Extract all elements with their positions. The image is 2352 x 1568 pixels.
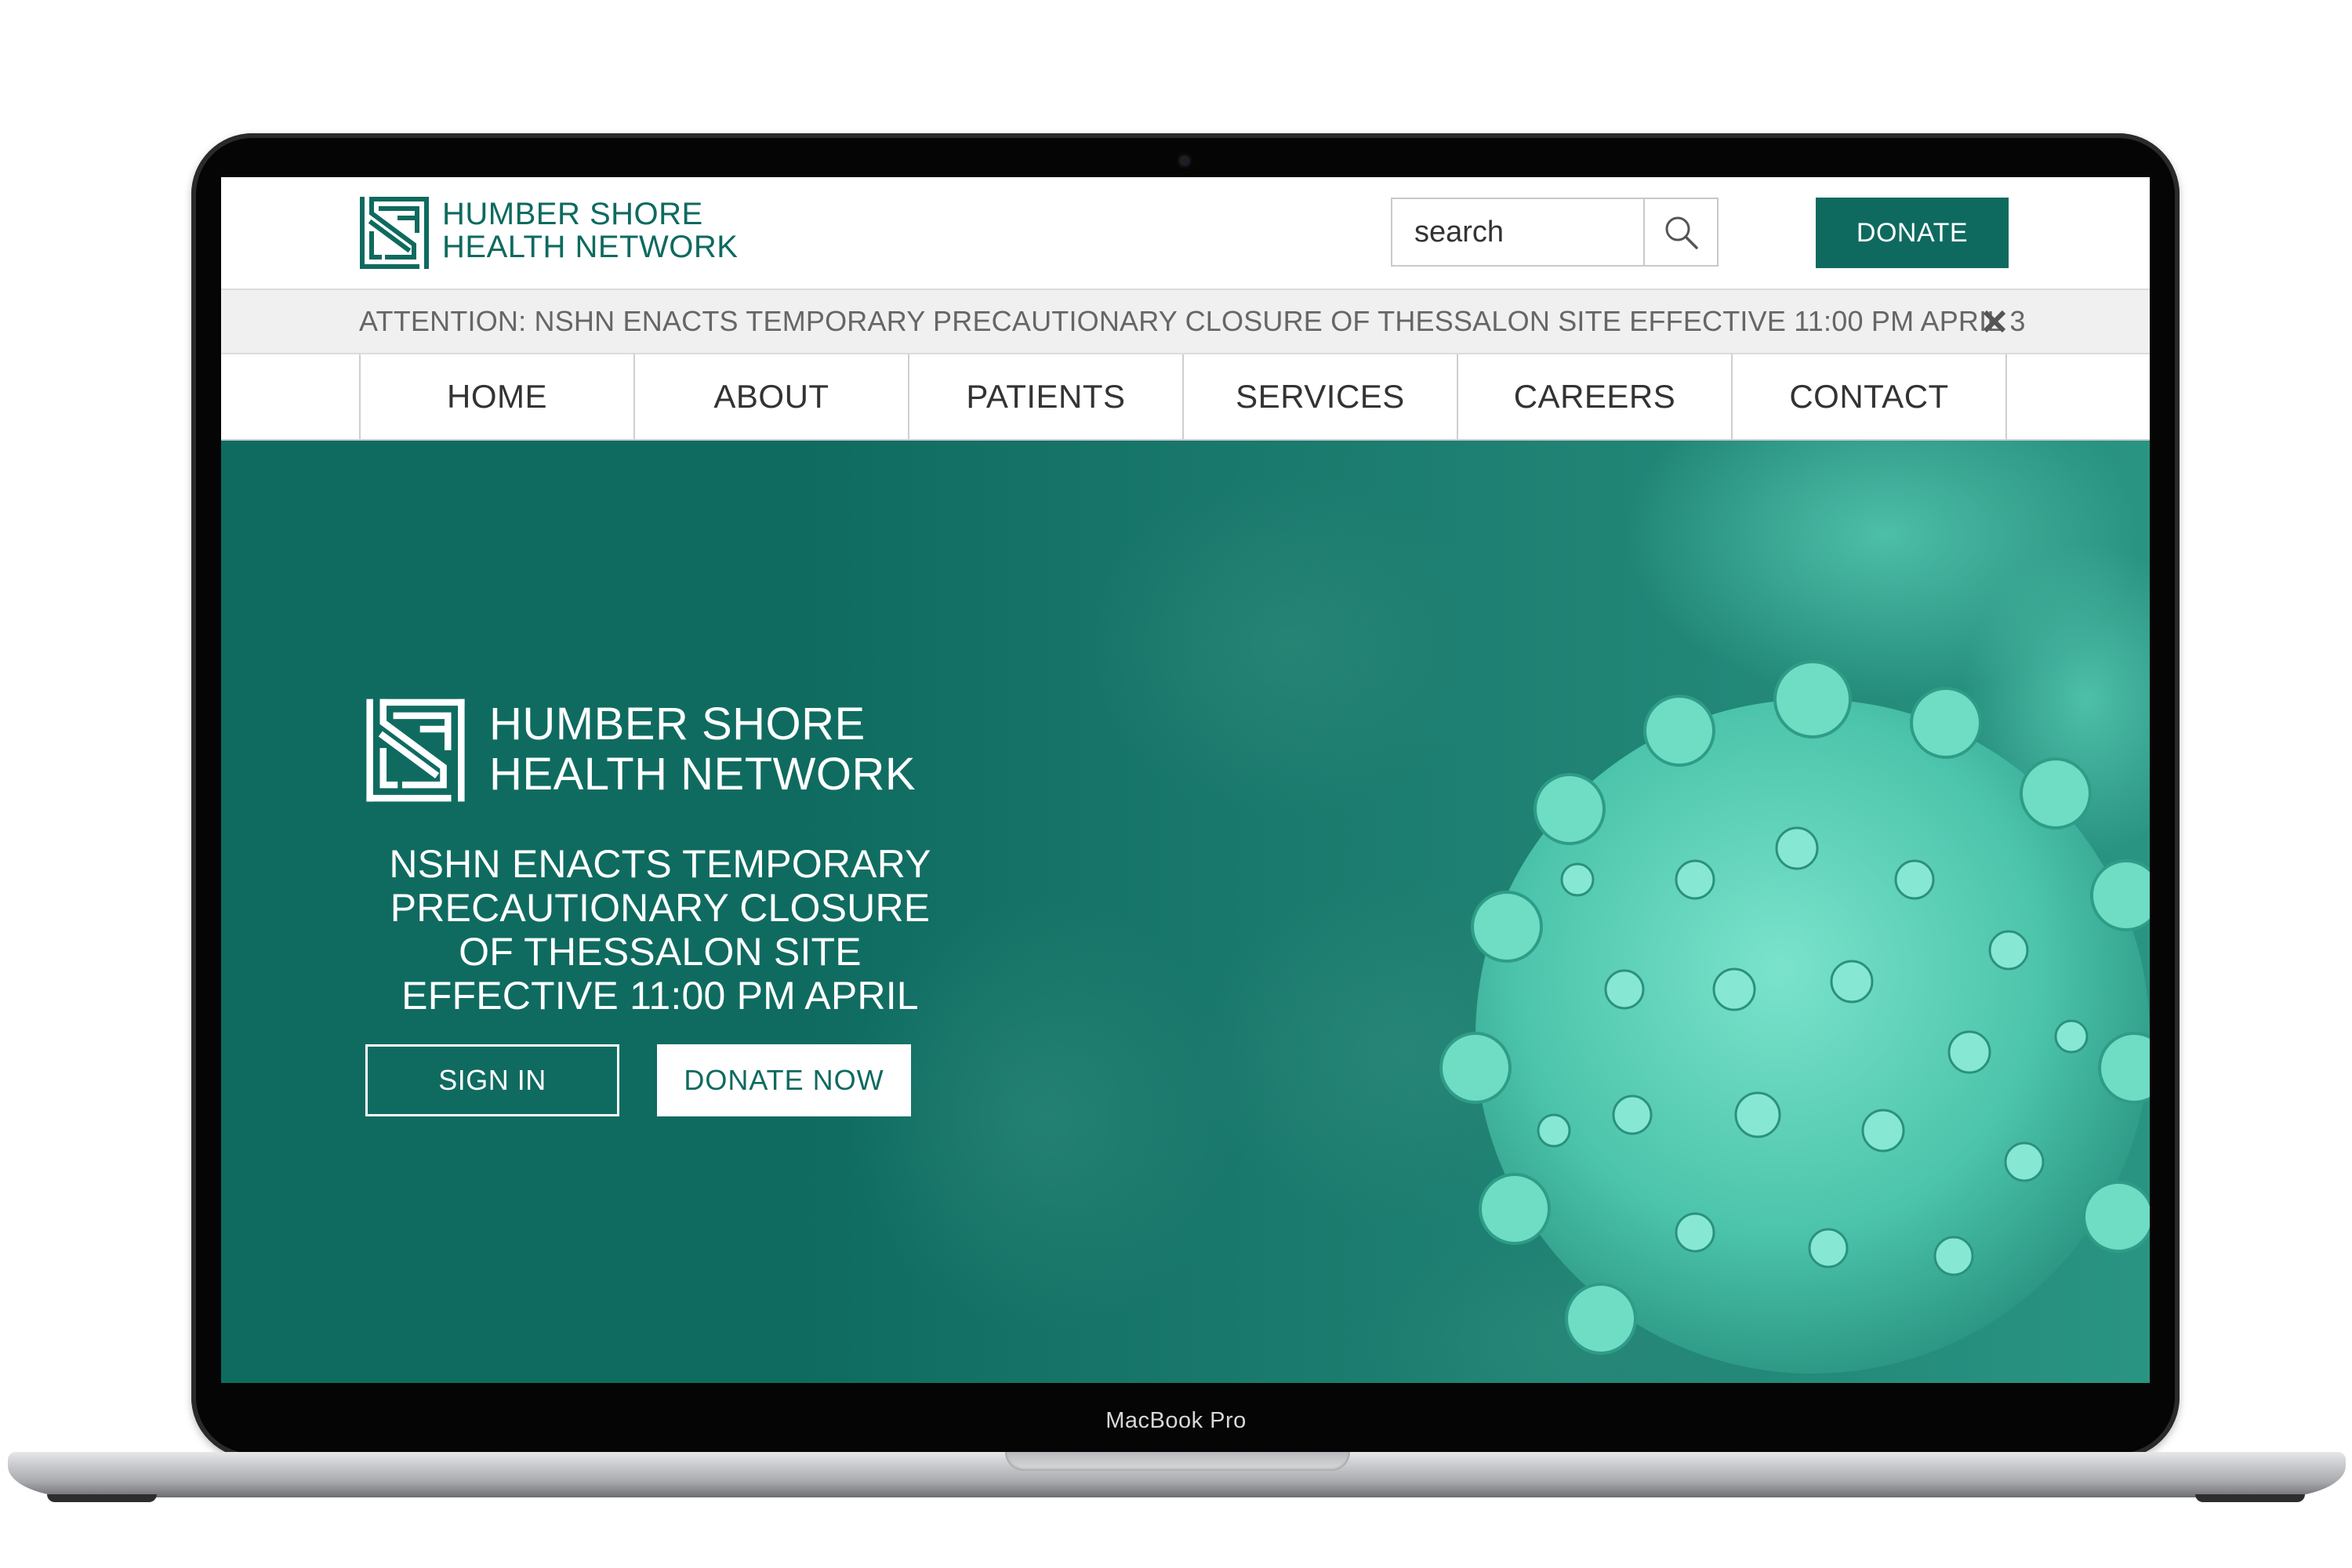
nav-divider [2005, 354, 2007, 439]
sign-in-button[interactable]: SIGN IN [365, 1044, 619, 1116]
alert-banner: ATTENTION: NSHN ENACTS TEMPORARY PRECAUT… [221, 289, 2150, 354]
laptop-foot-right [2195, 1494, 2305, 1502]
webcam [1179, 155, 1190, 166]
alert-text: ATTENTION: NSHN ENACTS TEMPORARY PRECAUT… [359, 305, 2026, 337]
site-logo-text[interactable]: HUMBER SHORE HEALTH NETWORK [442, 198, 738, 263]
close-icon[interactable] [1977, 304, 2012, 339]
donate-now-button[interactable]: DONATE NOW [657, 1044, 911, 1116]
laptop-foot-left [47, 1494, 157, 1502]
donate-button[interactable]: DONATE [1816, 198, 2009, 268]
nav-item-patients[interactable]: PATIENTS [908, 354, 1182, 439]
search-input[interactable] [1392, 199, 1642, 265]
search-icon [1665, 216, 1698, 249]
headline-line: OF THESSALON SITE [459, 930, 862, 974]
logo-line-1: HUMBER SHORE [442, 197, 703, 231]
laptop-opening-notch [1005, 1452, 1350, 1471]
hero-section: HUMBER SHORE HEALTH NETWORK NSHN ENACTS … [221, 441, 2150, 1383]
logo-mark-icon[interactable] [359, 196, 430, 270]
nav-item-careers[interactable]: CAREERS [1457, 354, 1731, 439]
device-label: MacBook Pro [1105, 1408, 1247, 1433]
hero-logo-line-1: HUMBER SHORE [489, 699, 866, 750]
browser-viewport: HUMBER SHORE HEALTH NETWORK DONATE ATTEN… [221, 177, 2150, 1383]
nav-item-about[interactable]: ABOUT [633, 354, 908, 439]
main-nav: HOME ABOUT PATIENTS SERVICES CAREERS CON… [221, 354, 2150, 441]
hero-logo-text: HUMBER SHORE HEALTH NETWORK [489, 699, 916, 800]
nav-item-home[interactable]: HOME [359, 354, 633, 439]
hero-logo-mark-icon [366, 699, 465, 802]
headline-line: PRECAUTIONARY CLOSURE [390, 886, 931, 930]
hero-headline: NSHN ENACTS TEMPORARY PRECAUTIONARY CLOS… [331, 842, 989, 1018]
search-button[interactable] [1643, 199, 1717, 265]
nav-item-services[interactable]: SERVICES [1182, 354, 1457, 439]
site-header: HUMBER SHORE HEALTH NETWORK DONATE [221, 177, 2150, 289]
logo-line-2: HEALTH NETWORK [442, 230, 739, 264]
search-box [1391, 198, 1719, 267]
hero-logo-line-2: HEALTH NETWORK [489, 749, 916, 800]
headline-line: EFFECTIVE 11:00 PM APRIL [401, 974, 919, 1018]
nav-item-contact[interactable]: CONTACT [1731, 354, 2005, 439]
headline-line: NSHN ENACTS TEMPORARY [389, 842, 931, 886]
